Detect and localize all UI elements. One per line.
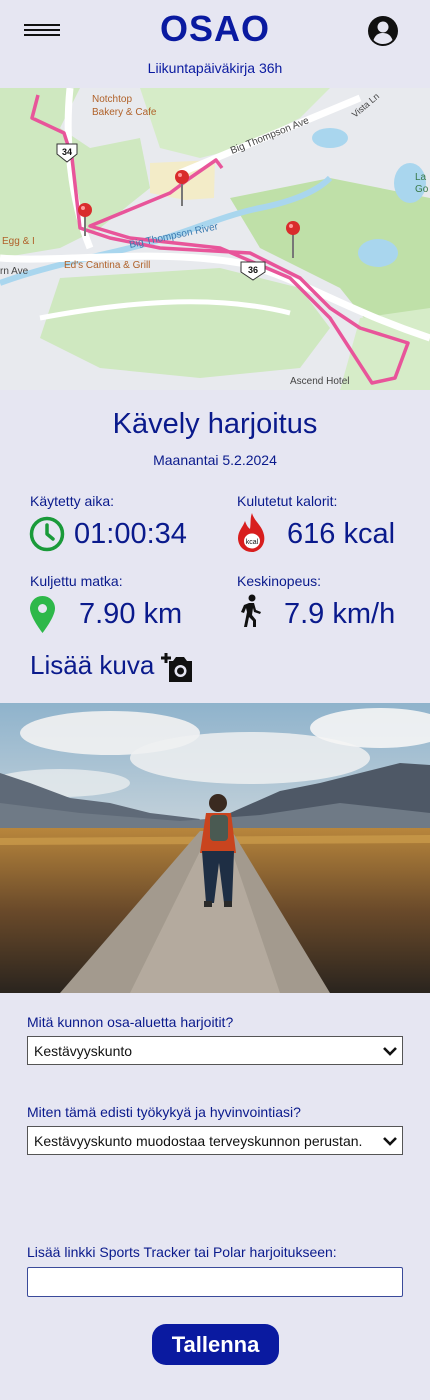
svg-text:36: 36 (248, 265, 258, 275)
speed-value: 7.9 km/h (284, 598, 396, 630)
route-map[interactable]: 34 36 Notchtop Bakery & Cafe Big Thompso… (0, 88, 430, 390)
add-photo-label[interactable]: Lisää kuva (30, 650, 154, 681)
app-header: OSAO Liikuntapäiväkirja 36h (0, 0, 430, 88)
workout-link-input[interactable] (27, 1267, 403, 1297)
workout-date: Maanantai 5.2.2024 (153, 452, 277, 468)
workout-photo (0, 703, 430, 993)
walking-icon (241, 594, 261, 627)
location-pin-icon (30, 596, 55, 633)
svg-text:rn Ave: rn Ave (0, 266, 29, 277)
svg-text:Go: Go (415, 184, 429, 195)
svg-text:Bakery & Cafe: Bakery & Cafe (92, 107, 157, 118)
time-label: Käytetty aika: (30, 493, 115, 509)
svg-text:La: La (415, 172, 427, 183)
wellbeing-value: Kestävyyskunto muodostaa terveyskunnon p… (34, 1133, 363, 1149)
save-button[interactable]: Tallenna (152, 1324, 279, 1365)
flame-icon: kcal (238, 513, 265, 552)
svg-text:Egg & I: Egg & I (2, 236, 35, 247)
link-label: Lisää linkki Sports Tracker tai Polar ha… (27, 1244, 337, 1260)
calories-value: 616 kcal (287, 518, 396, 550)
calories-label: Kulutetut kalorit: (237, 493, 338, 509)
svg-text:kcal: kcal (246, 539, 259, 546)
fitness-area-value: Kestävyyskunto (34, 1043, 133, 1059)
chevron-down-icon (383, 1047, 397, 1056)
app-subtitle: Liikuntapäiväkirja 36h (147, 60, 283, 76)
distance-label: Kuljettu matka: (30, 573, 123, 589)
workout-title: Kävely harjoitus (112, 408, 318, 440)
fitness-area-select[interactable]: Kestävyyskunto (27, 1036, 403, 1065)
svg-text:Notchtop: Notchtop (92, 94, 132, 105)
svg-text:Ascend Hotel: Ascend Hotel (290, 376, 349, 387)
chevron-down-icon (383, 1137, 397, 1146)
speed-label: Keskinopeus: (237, 573, 322, 589)
distance-value: 7.90 km (79, 598, 183, 630)
svg-text:34: 34 (62, 147, 72, 157)
wellbeing-select[interactable]: Kestävyyskunto muodostaa terveyskunnon p… (27, 1126, 403, 1155)
q2-label: Miten tämä edisti työkykyä ja hyvinvoint… (27, 1104, 301, 1120)
add-photo-icon[interactable] (160, 652, 194, 684)
time-value: 01:00:34 (74, 518, 187, 550)
account-icon[interactable] (367, 15, 399, 47)
svg-text:Ed's Cantina & Grill: Ed's Cantina & Grill (64, 260, 150, 271)
q1-label: Mitä kunnon osa-aluetta harjoitit? (27, 1014, 234, 1030)
app-logo: OSAO (159, 8, 270, 49)
clock-icon (29, 516, 65, 552)
